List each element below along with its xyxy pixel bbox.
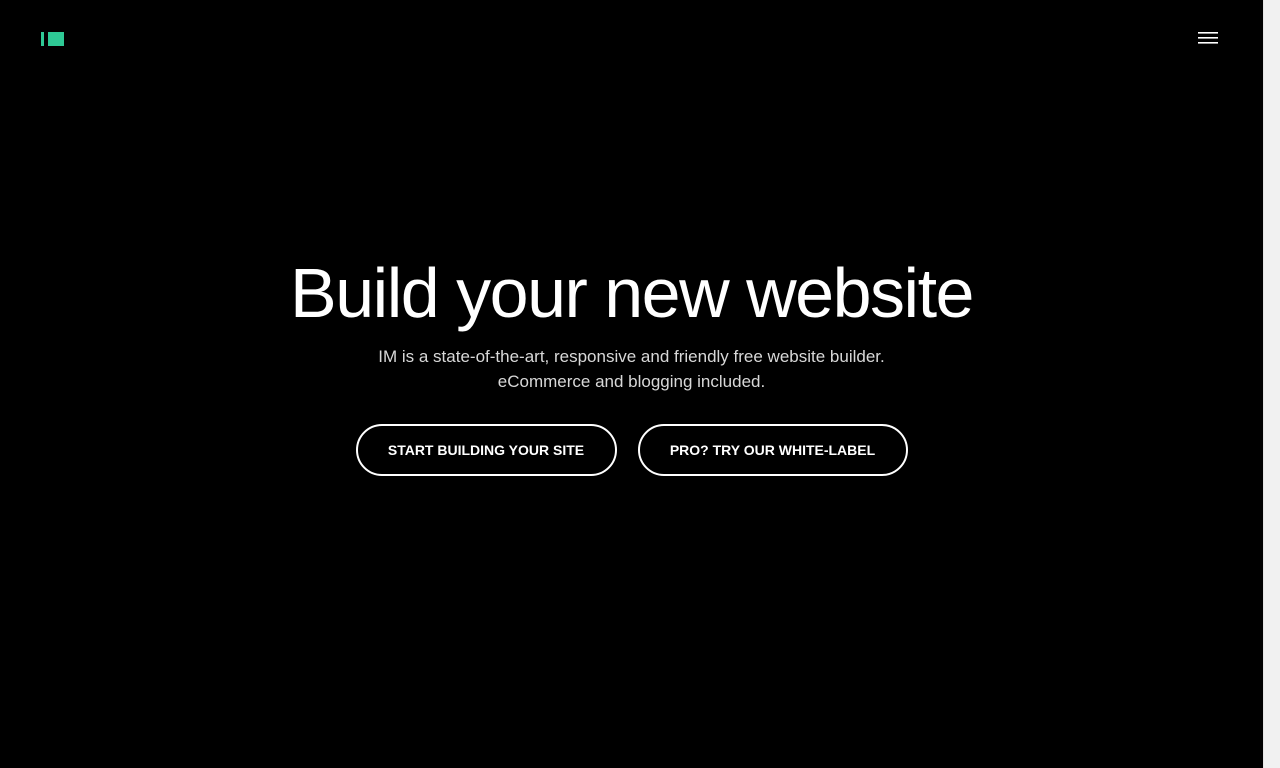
site-logo[interactable] — [41, 31, 65, 47]
hamburger-menu-icon — [1198, 32, 1218, 44]
hero-title: Build your new website — [290, 254, 974, 332]
start-building-button[interactable]: START BUILDING YOUR SITE — [355, 424, 617, 476]
hero-section: Build your new website IM is a state-of-… — [0, 250, 1263, 394]
hero-subtitle-line-1: IM is a state-of-the-art, responsive and… — [378, 347, 885, 366]
menu-button[interactable] — [1194, 26, 1224, 50]
cta-row: START BUILDING YOUR SITE PRO? TRY OUR WH… — [0, 424, 1263, 476]
hero-subtitle-line-2: eCommerce and blogging included. — [497, 372, 766, 391]
hero-subtitle: IM is a state-of-the-art, responsive and… — [0, 344, 1263, 394]
vertical-scrollbar[interactable] — [1263, 0, 1280, 768]
white-label-button[interactable]: PRO? TRY OUR WHITE-LABEL — [637, 424, 908, 476]
im-logo-icon — [41, 32, 64, 46]
page-viewport: Build your new website IM is a state-of-… — [0, 0, 1263, 768]
